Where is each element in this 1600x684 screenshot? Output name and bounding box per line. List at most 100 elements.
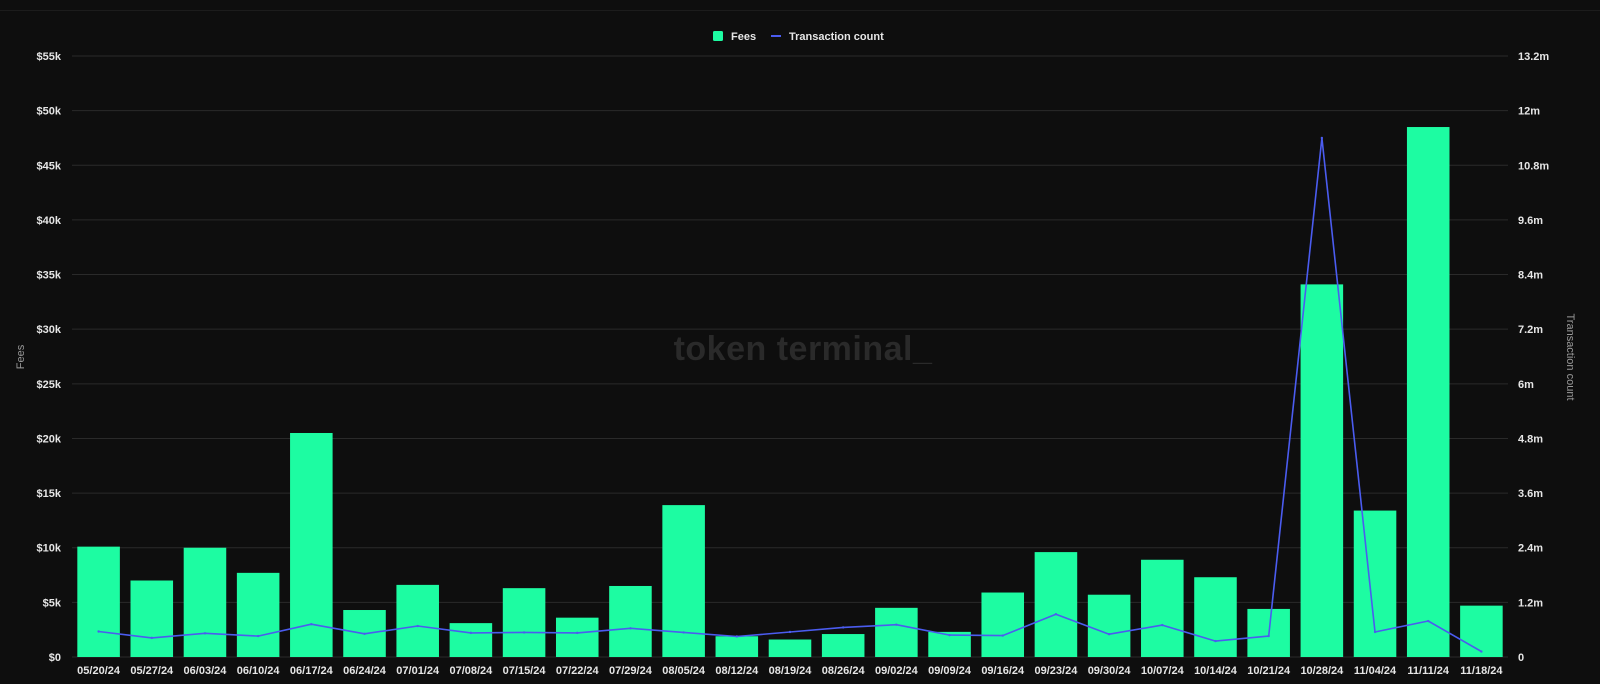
x-tick-label: 07/01/24 [396,665,440,677]
x-tick-label: 10/28/24 [1300,665,1344,677]
transaction-count-point[interactable] [841,626,845,629]
x-tick-label: 11/11/24 [1407,665,1449,677]
x-tick-label: 07/08/24 [449,665,493,677]
left-tick-label: $10k [37,543,62,555]
left-tick-label: $40k [37,215,62,227]
transaction-count-point[interactable] [735,635,739,638]
right-tick-label: 0 [1518,652,1524,664]
transaction-count-point[interactable] [682,631,685,634]
x-tick-label: 09/23/24 [1035,665,1079,677]
transaction-count-point[interactable] [1001,634,1004,637]
left-tick-label: $5k [43,597,62,609]
fees-bar[interactable] [1194,577,1237,657]
fees-bar[interactable] [715,636,759,657]
x-tick-label: 10/07/24 [1141,665,1185,677]
x-tick-label: 06/03/24 [184,665,228,677]
right-tick-label: 4.8m [1518,433,1543,445]
x-tick-label: 06/17/24 [290,665,334,677]
x-tick-label: 05/20/24 [77,665,121,677]
transaction-count-point[interactable] [1161,623,1164,627]
transaction-count-point[interactable] [363,632,366,635]
transaction-count-point[interactable] [576,631,579,635]
fees-bar[interactable] [77,546,120,657]
x-tick-label: 09/09/24 [928,665,972,677]
x-tick-label: 08/19/24 [769,665,813,677]
fees-bar[interactable] [555,617,599,657]
left-tick-label: $25k [37,379,62,391]
transaction-count-point[interactable] [97,630,100,633]
fees-bar[interactable] [502,588,546,657]
transaction-count-point[interactable] [1320,136,1324,140]
left-tick-label: $30k [37,324,62,336]
fees-bar[interactable] [609,585,652,657]
x-tick-label: 09/02/24 [875,665,919,677]
legend[interactable]: Fees Transaction count [713,31,884,43]
right-tick-label: 7.2m [1518,324,1543,336]
transaction-count-point[interactable] [1480,650,1483,653]
transaction-count-point[interactable] [203,632,207,635]
transaction-count-point[interactable] [1054,613,1058,616]
right-tick-label: 10.8m [1518,160,1549,172]
transaction-count-point[interactable] [1373,630,1377,634]
x-tick-label: 08/12/24 [715,665,759,677]
x-tick-label: 07/29/24 [609,665,653,677]
fees-bar[interactable] [236,572,280,657]
fees-bar[interactable] [768,639,812,657]
transaction-count-point[interactable] [948,633,951,637]
left-tick-label: $55k [37,51,62,63]
transaction-count-point[interactable] [629,627,632,630]
left-axis-title: Fees [15,344,27,369]
fees-bar[interactable] [449,623,493,657]
left-tick-label: $0 [49,652,61,664]
right-tick-label: 13.2m [1518,51,1549,63]
x-tick-label: 08/05/24 [662,665,706,677]
fees-bar[interactable] [821,634,865,657]
fees-bar[interactable] [1141,559,1184,657]
transaction-count-point[interactable] [256,634,260,638]
fees-bar[interactable] [1300,284,1344,657]
right-tick-label: 1.2m [1518,597,1543,609]
right-axis-title: Transaction count [1564,313,1576,400]
x-tick-label: 09/30/24 [1088,665,1132,677]
x-tick-label: 06/10/24 [237,665,281,677]
transaction-count-point[interactable] [1267,634,1270,638]
fees-bar[interactable] [981,592,1025,657]
fees-bar[interactable] [1087,594,1131,657]
fees-bars [77,127,1503,657]
fees-bar[interactable] [130,580,174,657]
transaction-count-point[interactable] [469,631,473,635]
legend-fees-label: Fees [731,31,756,43]
x-tick-label: 11/18/24 [1460,665,1503,677]
fees-bar[interactable] [396,584,439,657]
fees-bar[interactable] [1406,127,1450,657]
transaction-count-point[interactable] [150,636,153,640]
transaction-count-point[interactable] [1427,619,1430,623]
left-axis-ticks: $0 $5k $10k $15k $20k $25k $30k $35k $40k $45k $50… [37,51,62,664]
fees-bar[interactable] [183,547,227,657]
x-tick-label: 07/22/24 [556,665,600,677]
transaction-count-point[interactable] [522,631,526,634]
right-tick-label: 3.6m [1518,488,1543,500]
transaction-count-point[interactable] [310,623,313,626]
transaction-count-point[interactable] [895,623,898,626]
right-axis-ticks: 0 1.2m 2.4m 3.6m 4.8m 6m 7.2m 8.4m 9.6m 10.8m 12m 1… [1518,51,1549,664]
transaction-count-point[interactable] [1214,639,1217,643]
watermark: token terminal_ [674,330,933,368]
fees-bar[interactable] [875,607,918,657]
left-tick-label: $20k [37,433,62,445]
x-tick-label: 05/27/24 [130,665,174,677]
x-tick-label: 08/26/24 [822,665,866,677]
x-tick-label: 10/14/24 [1194,665,1238,677]
chart: token terminal_ $0 $5k $10k $15k $20k $25k $30… [0,0,1600,684]
chart-canvas: token terminal_ $0 $5k $10k $15k $20k $25k $30… [15,31,1576,677]
right-tick-label: 12m [1518,106,1540,118]
fees-bar[interactable] [1034,552,1078,657]
fees-bar[interactable] [1353,510,1397,657]
transaction-count-point[interactable] [1107,633,1111,636]
left-tick-label: $35k [37,270,62,282]
x-tick-label: 07/15/24 [503,665,547,677]
fees-bar[interactable] [1460,605,1503,657]
transaction-count-point[interactable] [416,624,419,628]
transaction-count-point[interactable] [788,630,792,634]
right-tick-label: 2.4m [1518,543,1543,555]
